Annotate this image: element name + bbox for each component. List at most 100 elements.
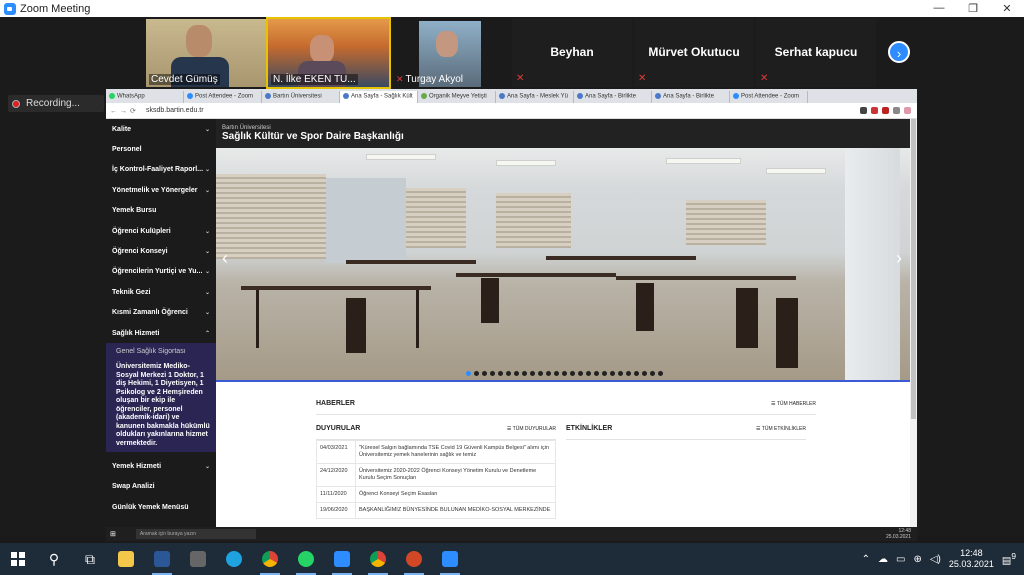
slider-dot[interactable] xyxy=(538,371,543,376)
extension-icon[interactable] xyxy=(882,107,889,114)
all-announcements-link[interactable]: ☰ TÜM DUYURULAR xyxy=(507,426,556,432)
minimize-button[interactable]: — xyxy=(922,2,956,15)
calculator-button[interactable] xyxy=(180,543,216,575)
slider-dot[interactable] xyxy=(578,371,583,376)
menu-item[interactable]: Öğrenci Konseyi ⌄ xyxy=(106,241,216,261)
browser-tab[interactable]: Post Attendee - Zoom xyxy=(184,91,262,103)
announcement-row[interactable]: 24/12/2020 Üniversitemiz 2020-2022 Öğrenc… xyxy=(316,464,556,487)
zoom-button-2[interactable] xyxy=(432,543,468,575)
slider-dot[interactable] xyxy=(570,371,575,376)
slider-dot[interactable] xyxy=(474,371,479,376)
participant-tile-4[interactable]: Beyhan ✕ xyxy=(512,19,632,87)
participant-tile-6[interactable]: Serhat kapucu ✕ xyxy=(756,19,876,87)
menu-item[interactable]: Öğrencilerin Yurtiçi ve Yu... ⌄ xyxy=(106,262,216,282)
slider-dot[interactable] xyxy=(650,371,655,376)
task-view-button[interactable]: ⧉ xyxy=(72,543,108,575)
slider-dot[interactable] xyxy=(626,371,631,376)
slider-dot[interactable] xyxy=(658,371,663,376)
windows-start-button[interactable] xyxy=(0,543,36,575)
restore-button[interactable]: ❐ xyxy=(956,2,990,15)
slider-dot[interactable] xyxy=(530,371,535,376)
slider-dot[interactable] xyxy=(546,371,551,376)
slider-dot[interactable] xyxy=(490,371,495,376)
search-button[interactable]: ⚲ xyxy=(36,543,72,575)
slider-dot[interactable] xyxy=(514,371,519,376)
chrome-button-2[interactable] xyxy=(360,543,396,575)
menu-item[interactable]: Yemek Bursu xyxy=(106,201,216,221)
all-news-link[interactable]: ☰ TÜM HABERLER xyxy=(771,401,816,407)
file-explorer-button[interactable] xyxy=(108,543,144,575)
cloud-icon[interactable]: ☁ xyxy=(878,554,888,565)
menu-item[interactable]: İç Kontrol-Faaliyet Raporl... ⌄ xyxy=(106,160,216,180)
menu-item[interactable]: Personel xyxy=(106,139,216,159)
prev-slide-icon[interactable]: ‹ xyxy=(222,248,228,269)
announcement-row[interactable]: 19/06/2020 BAŞKANLIĞIMIZ BÜNYESİNDE BULUN… xyxy=(316,503,556,519)
word-button[interactable] xyxy=(144,543,180,575)
whatsapp-button[interactable] xyxy=(288,543,324,575)
slider-dot[interactable] xyxy=(586,371,591,376)
browser-tab[interactable]: Organik Meyve Yetişti xyxy=(418,91,496,103)
slider-dot[interactable] xyxy=(498,371,503,376)
participant-tile-5[interactable]: Mürvet Okutucu ✕ xyxy=(634,19,754,87)
browser-tab[interactable]: WhatsApp xyxy=(106,91,184,103)
slider-dot[interactable] xyxy=(506,371,511,376)
submenu-item[interactable]: Genel Sağlık Sigortası xyxy=(116,345,210,355)
recording-indicator[interactable]: Recording... xyxy=(8,95,104,112)
slider-dot[interactable] xyxy=(562,371,567,376)
announcement-row[interactable]: 04/03/2021 "Küresel Salgın bağlamında TSE… xyxy=(316,440,556,464)
browser-tab[interactable]: Ana Sayfa - Birlikte xyxy=(574,91,652,103)
menu-item[interactable]: Teknik Gezi ⌄ xyxy=(106,282,216,302)
slider-dot[interactable] xyxy=(602,371,607,376)
slider-dot[interactable] xyxy=(482,371,487,376)
page-scrollbar[interactable] xyxy=(910,119,917,535)
hero-slider[interactable]: ‹ › xyxy=(216,148,910,380)
slider-dot[interactable] xyxy=(642,371,647,376)
avatar[interactable] xyxy=(904,107,911,114)
globe-icon[interactable]: ⊕ xyxy=(913,554,921,565)
participant-video-2[interactable]: N. İlke EKEN TU... xyxy=(266,17,391,89)
participant-video-3[interactable]: ✕ Turgay Akyol xyxy=(391,19,510,87)
clock[interactable]: 12:48 25.03.2021 xyxy=(949,548,994,570)
announcement-row[interactable]: 11/11/2020 Öğrenci Konseyi Seçim Esasları xyxy=(316,487,556,503)
browser-tab[interactable]: Ana Sayfa - Birlikte xyxy=(652,91,730,103)
browser-tab[interactable]: Post Attendee - Zoom xyxy=(730,91,808,103)
menu-item[interactable]: Öğrenci Kulüpleri ⌄ xyxy=(106,221,216,241)
menu-item[interactable]: Yönetmelik ve Yönergeler ⌄ xyxy=(106,180,216,200)
edge-button[interactable] xyxy=(216,543,252,575)
menu-item[interactable]: Swap Analizi xyxy=(106,477,216,497)
participant-video-1[interactable]: Cevdet Gümüş xyxy=(146,19,266,87)
menu-item-active[interactable]: Sağlık Hizmeti ⌃ xyxy=(106,323,216,343)
slider-dot[interactable] xyxy=(594,371,599,376)
chrome-button[interactable] xyxy=(252,543,288,575)
volume-icon[interactable]: ◁) xyxy=(930,554,941,565)
next-page-button[interactable]: › xyxy=(888,41,910,63)
menu-item[interactable]: Günlük Yemek Menüsü xyxy=(106,497,216,517)
mic-muted-icon: ✕ xyxy=(516,73,525,84)
slider-dot[interactable] xyxy=(634,371,639,376)
slider-dot[interactable] xyxy=(618,371,623,376)
menu-item[interactable]: Kalite ⌄ xyxy=(106,119,216,139)
slider-dot[interactable] xyxy=(466,371,471,376)
extension-icon[interactable] xyxy=(893,107,900,114)
zoom-button[interactable] xyxy=(324,543,360,575)
slider-dot[interactable] xyxy=(554,371,559,376)
network-icon[interactable]: ▭ xyxy=(896,554,905,565)
browser-tab[interactable]: Ana Sayfa - Meslek Yü xyxy=(496,91,574,103)
notifications-button[interactable]: ▤9 xyxy=(1002,551,1016,566)
all-events-link[interactable]: ☰ TÜM ETKİNLİKLER xyxy=(756,426,806,432)
chevron-up-icon[interactable]: ⌃ xyxy=(862,554,870,565)
next-slide-icon[interactable]: › xyxy=(896,248,902,269)
nav-arrows-icon[interactable]: ←→⟳ xyxy=(106,107,146,115)
slider-dot[interactable] xyxy=(610,371,615,376)
url-field[interactable]: sksdb.bartin.edu.tr xyxy=(146,107,746,114)
menu-item[interactable]: Yemek Hizmeti ⌄ xyxy=(106,456,216,476)
browser-tab[interactable]: Bartın Üniversitesi xyxy=(262,91,340,103)
scrollbar-thumb[interactable] xyxy=(911,119,916,419)
menu-item[interactable]: Kısmi Zamanlı Öğrenci ⌄ xyxy=(106,303,216,323)
powerpoint-button[interactable] xyxy=(396,543,432,575)
close-button[interactable]: ✕ xyxy=(990,2,1024,15)
extension-icon[interactable] xyxy=(860,107,867,114)
extension-icon[interactable] xyxy=(871,107,878,114)
slider-dot[interactable] xyxy=(522,371,527,376)
browser-tab-active[interactable]: Ana Sayfa - Sağlık Kült xyxy=(340,91,418,103)
